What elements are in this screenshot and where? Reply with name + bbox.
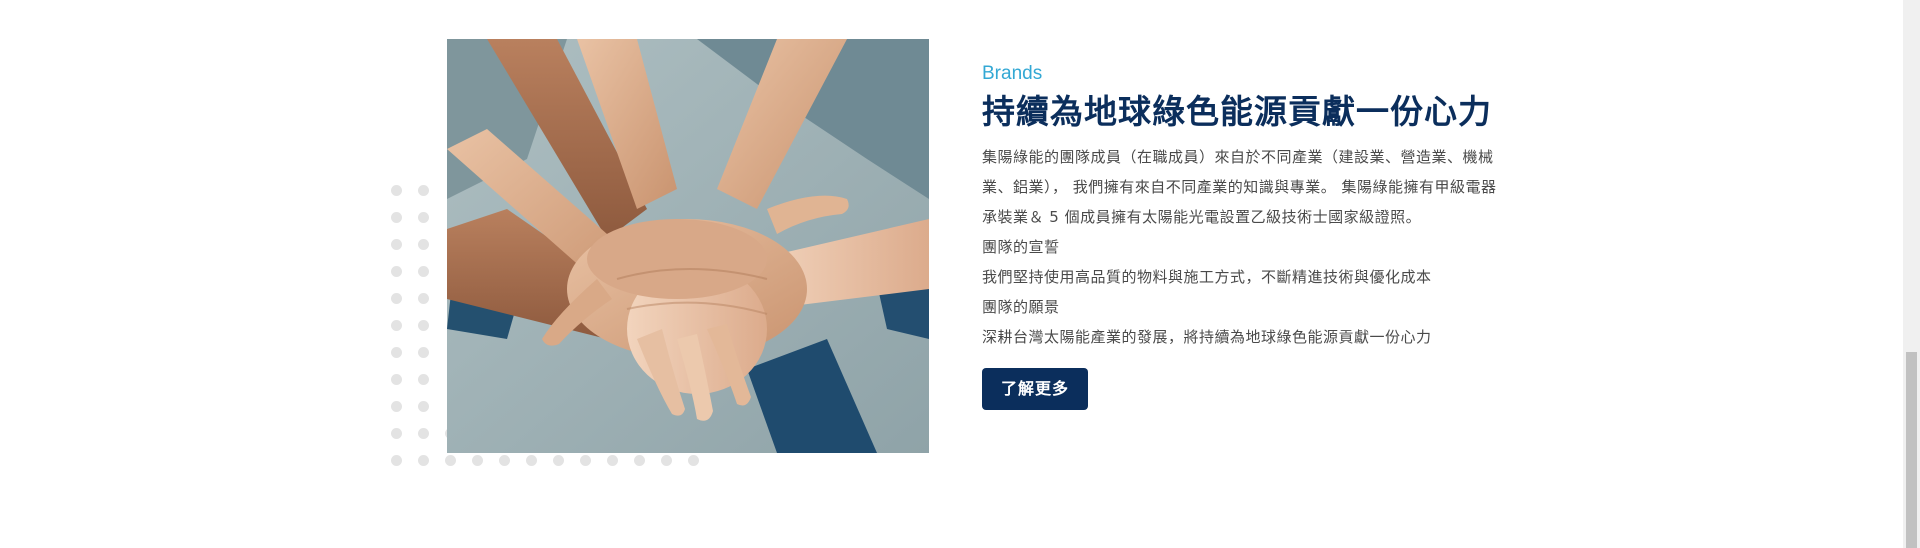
scrollbar-thumb[interactable] <box>1906 352 1917 548</box>
decoration-dot <box>418 293 429 304</box>
decoration-dot <box>391 239 402 250</box>
decoration-dot <box>418 401 429 412</box>
decoration-dot <box>391 401 402 412</box>
decoration-dot <box>418 374 429 385</box>
decoration-dot <box>445 455 456 466</box>
decoration-dot <box>391 212 402 223</box>
oath-heading: 團隊的宣誓 <box>982 238 1060 256</box>
decoration-dot <box>391 347 402 358</box>
decoration-dot <box>607 455 618 466</box>
team-hands-photo <box>447 39 929 453</box>
decoration-dot <box>391 455 402 466</box>
decoration-dot <box>418 239 429 250</box>
decoration-dot <box>553 455 564 466</box>
decoration-dot <box>418 212 429 223</box>
learn-more-button[interactable]: 了解更多 <box>982 368 1089 410</box>
decoration-dot <box>688 455 699 466</box>
decoration-dot <box>418 185 429 196</box>
page-scrollbar[interactable] <box>1903 0 1920 548</box>
decoration-dot <box>661 455 672 466</box>
decoration-dot <box>499 455 510 466</box>
decoration-dot <box>391 374 402 385</box>
intro-paragraph: 集陽綠能的團隊成員（在職成員）來自於不同產業（建設業、營造業、機械業、鋁業）， … <box>982 148 1497 226</box>
decoration-dot <box>418 455 429 466</box>
decoration-dot <box>418 320 429 331</box>
decoration-dot <box>391 293 402 304</box>
decoration-dot <box>391 428 402 439</box>
decoration-dot <box>634 455 645 466</box>
decoration-dot <box>418 428 429 439</box>
page: Brands 持續為地球綠色能源貢獻一份心力 集陽綠能的團隊成員（在職成員）來自… <box>0 0 1920 548</box>
decoration-dot <box>418 347 429 358</box>
oath-text: 我們堅持使用高品質的物料與施工方式，不斷精進技術與優化成本 <box>982 268 1432 286</box>
vision-heading: 團隊的願景 <box>982 298 1060 316</box>
brands-content: Brands 持續為地球綠色能源貢獻一份心力 集陽綠能的團隊成員（在職成員）來自… <box>982 60 1502 410</box>
decoration-dot <box>580 455 591 466</box>
decoration-dot <box>391 266 402 277</box>
decoration-dot <box>472 455 483 466</box>
section-eyebrow: Brands <box>982 63 1043 84</box>
decoration-dot <box>418 266 429 277</box>
section-title: 持續為地球綠色能源貢獻一份心力 <box>982 92 1492 131</box>
decoration-dot <box>391 185 402 196</box>
vision-text: 深耕台灣太陽能產業的發展，將持續為地球綠色能源貢獻一份心力 <box>982 328 1432 346</box>
decoration-dot <box>391 320 402 331</box>
decoration-dot <box>526 455 537 466</box>
